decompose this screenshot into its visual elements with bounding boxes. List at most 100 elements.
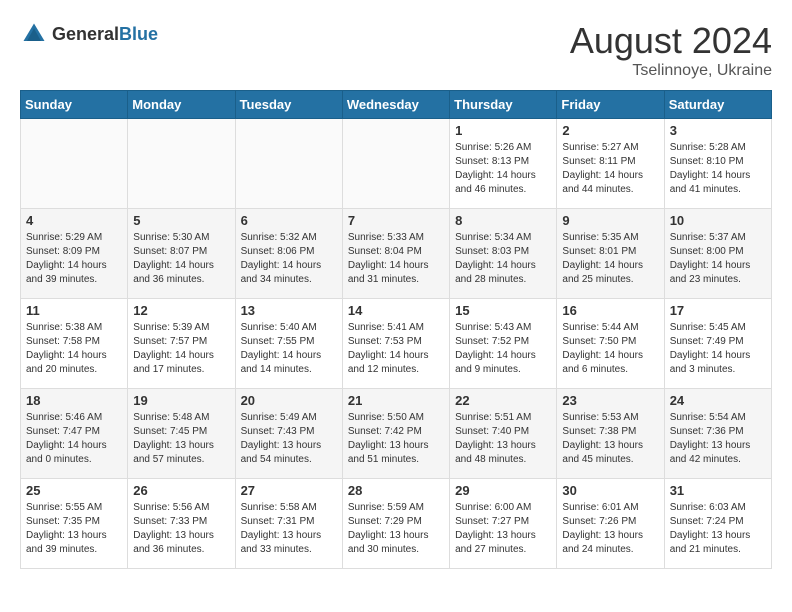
logo-icon [20, 20, 48, 48]
day-info: Sunrise: 5:38 AM Sunset: 7:58 PM Dayligh… [26, 321, 122, 377]
day-info: Sunrise: 5:59 AM Sunset: 7:29 PM Dayligh… [348, 501, 444, 557]
day-info: Sunrise: 5:48 AM Sunset: 7:45 PM Dayligh… [133, 411, 229, 467]
day-header-thursday: Thursday [450, 91, 557, 119]
calendar-cell: 27 Sunrise: 5:58 AM Sunset: 7:31 PM Dayli… [235, 479, 342, 569]
day-header-tuesday: Tuesday [235, 91, 342, 119]
calendar-cell: 25 Sunrise: 5:55 AM Sunset: 7:35 PM Dayli… [21, 479, 128, 569]
week-row-2: 4Sunrise: 5:29 AM Sunset: 8:09 PM Daylig… [21, 209, 772, 299]
calendar-cell: 10Sunrise: 5:37 AM Sunset: 8:00 PM Dayli… [664, 209, 771, 299]
calendar-cell [235, 119, 342, 209]
calendar-cell: 12Sunrise: 5:39 AM Sunset: 7:57 PM Dayli… [128, 299, 235, 389]
day-number: 22 [455, 393, 551, 408]
day-number: 14 [348, 303, 444, 318]
calendar-cell: 5Sunrise: 5:30 AM Sunset: 8:07 PM Daylig… [128, 209, 235, 299]
calendar-cell: 21 Sunrise: 5:50 AM Sunset: 7:42 PM Dayli… [342, 389, 449, 479]
calendar-cell: 29 Sunrise: 6:00 AM Sunset: 7:27 PM Dayli… [450, 479, 557, 569]
day-info: Sunrise: 5:39 AM Sunset: 7:57 PM Dayligh… [133, 321, 229, 377]
day-info: Sunrise: 6:01 AM Sunset: 7:26 PM Dayligh… [562, 501, 658, 557]
day-info: Sunrise: 5:28 AM Sunset: 8:10 PM Dayligh… [670, 141, 766, 197]
calendar-cell: 11 Sunrise: 5:38 AM Sunset: 7:58 PM Dayli… [21, 299, 128, 389]
calendar-cell: 6Sunrise: 5:32 AM Sunset: 8:06 PM Daylig… [235, 209, 342, 299]
day-number: 27 [241, 483, 337, 498]
day-number: 26 [133, 483, 229, 498]
day-info: Sunrise: 5:56 AM Sunset: 7:33 PM Dayligh… [133, 501, 229, 557]
day-info: Sunrise: 5:27 AM Sunset: 8:11 PM Dayligh… [562, 141, 658, 197]
day-header-saturday: Saturday [664, 91, 771, 119]
calendar-cell: 3Sunrise: 5:28 AM Sunset: 8:10 PM Daylig… [664, 119, 771, 209]
day-header-wednesday: Wednesday [342, 91, 449, 119]
day-number: 18 [26, 393, 122, 408]
week-row-3: 11 Sunrise: 5:38 AM Sunset: 7:58 PM Dayli… [21, 299, 772, 389]
day-info: Sunrise: 5:26 AM Sunset: 8:13 PM Dayligh… [455, 141, 551, 197]
day-number: 15 [455, 303, 551, 318]
day-number: 30 [562, 483, 658, 498]
day-number: 1 [455, 123, 551, 138]
day-header-sunday: Sunday [21, 91, 128, 119]
day-number: 9 [562, 213, 658, 228]
day-info: Sunrise: 5:41 AM Sunset: 7:53 PM Dayligh… [348, 321, 444, 377]
month-year: August 2024 [570, 20, 772, 62]
day-number: 4 [26, 213, 122, 228]
calendar-body: 1 Sunrise: 5:26 AM Sunset: 8:13 PM Daylig… [21, 119, 772, 569]
location: Tselinnoye, Ukraine [570, 62, 772, 80]
calendar-cell: 30 Sunrise: 6:01 AM Sunset: 7:26 PM Dayli… [557, 479, 664, 569]
header-row: SundayMondayTuesdayWednesdayThursdayFrid… [21, 91, 772, 119]
day-number: 6 [241, 213, 337, 228]
day-number: 10 [670, 213, 766, 228]
day-number: 11 [26, 303, 122, 318]
day-number: 16 [562, 303, 658, 318]
calendar-cell: 1 Sunrise: 5:26 AM Sunset: 8:13 PM Daylig… [450, 119, 557, 209]
day-info: Sunrise: 5:46 AM Sunset: 7:47 PM Dayligh… [26, 411, 122, 467]
day-info: Sunrise: 5:58 AM Sunset: 7:31 PM Dayligh… [241, 501, 337, 557]
day-number: 7 [348, 213, 444, 228]
logo-general-text: General [52, 24, 119, 44]
calendar-cell: 20Sunrise: 5:49 AM Sunset: 7:43 PM Dayli… [235, 389, 342, 479]
calendar-cell: 17 Sunrise: 5:45 AM Sunset: 7:49 PM Dayli… [664, 299, 771, 389]
calendar-cell: 19 Sunrise: 5:48 AM Sunset: 7:45 PM Dayli… [128, 389, 235, 479]
day-number: 2 [562, 123, 658, 138]
calendar-header: SundayMondayTuesdayWednesdayThursdayFrid… [21, 91, 772, 119]
day-info: Sunrise: 5:34 AM Sunset: 8:03 PM Dayligh… [455, 231, 551, 287]
day-header-monday: Monday [128, 91, 235, 119]
day-info: Sunrise: 5:43 AM Sunset: 7:52 PM Dayligh… [455, 321, 551, 377]
day-info: Sunrise: 5:35 AM Sunset: 8:01 PM Dayligh… [562, 231, 658, 287]
day-number: 8 [455, 213, 551, 228]
day-info: Sunrise: 5:33 AM Sunset: 8:04 PM Dayligh… [348, 231, 444, 287]
day-number: 17 [670, 303, 766, 318]
calendar-cell: 18 Sunrise: 5:46 AM Sunset: 7:47 PM Dayli… [21, 389, 128, 479]
calendar-cell: 4Sunrise: 5:29 AM Sunset: 8:09 PM Daylig… [21, 209, 128, 299]
day-info: Sunrise: 5:50 AM Sunset: 7:42 PM Dayligh… [348, 411, 444, 467]
day-info: Sunrise: 5:44 AM Sunset: 7:50 PM Dayligh… [562, 321, 658, 377]
day-number: 28 [348, 483, 444, 498]
calendar-cell: 23Sunrise: 5:53 AM Sunset: 7:38 PM Dayli… [557, 389, 664, 479]
calendar-cell: 7 Sunrise: 5:33 AM Sunset: 8:04 PM Daylig… [342, 209, 449, 299]
day-info: Sunrise: 6:00 AM Sunset: 7:27 PM Dayligh… [455, 501, 551, 557]
week-row-5: 25 Sunrise: 5:55 AM Sunset: 7:35 PM Dayli… [21, 479, 772, 569]
logo: GeneralBlue [20, 20, 158, 48]
day-info: Sunrise: 5:45 AM Sunset: 7:49 PM Dayligh… [670, 321, 766, 377]
day-header-friday: Friday [557, 91, 664, 119]
calendar-cell: 31 Sunrise: 6:03 AM Sunset: 7:24 PM Dayli… [664, 479, 771, 569]
calendar-cell: 15 Sunrise: 5:43 AM Sunset: 7:52 PM Dayli… [450, 299, 557, 389]
week-row-1: 1 Sunrise: 5:26 AM Sunset: 8:13 PM Daylig… [21, 119, 772, 209]
day-number: 29 [455, 483, 551, 498]
day-number: 25 [26, 483, 122, 498]
calendar-cell: 16 Sunrise: 5:44 AM Sunset: 7:50 PM Dayli… [557, 299, 664, 389]
day-number: 31 [670, 483, 766, 498]
calendar-cell [128, 119, 235, 209]
calendar-cell: 14 Sunrise: 5:41 AM Sunset: 7:53 PM Dayli… [342, 299, 449, 389]
day-number: 19 [133, 393, 229, 408]
calendar-table: SundayMondayTuesdayWednesdayThursdayFrid… [20, 90, 772, 569]
calendar-cell: 2 Sunrise: 5:27 AM Sunset: 8:11 PM Daylig… [557, 119, 664, 209]
day-info: Sunrise: 5:40 AM Sunset: 7:55 PM Dayligh… [241, 321, 337, 377]
day-info: Sunrise: 5:55 AM Sunset: 7:35 PM Dayligh… [26, 501, 122, 557]
day-info: Sunrise: 6:03 AM Sunset: 7:24 PM Dayligh… [670, 501, 766, 557]
day-number: 21 [348, 393, 444, 408]
calendar-cell: 13Sunrise: 5:40 AM Sunset: 7:55 PM Dayli… [235, 299, 342, 389]
day-info: Sunrise: 5:53 AM Sunset: 7:38 PM Dayligh… [562, 411, 658, 467]
day-info: Sunrise: 5:30 AM Sunset: 8:07 PM Dayligh… [133, 231, 229, 287]
calendar-cell [21, 119, 128, 209]
day-number: 20 [241, 393, 337, 408]
day-info: Sunrise: 5:51 AM Sunset: 7:40 PM Dayligh… [455, 411, 551, 467]
title-block: August 2024 Tselinnoye, Ukraine [570, 20, 772, 80]
